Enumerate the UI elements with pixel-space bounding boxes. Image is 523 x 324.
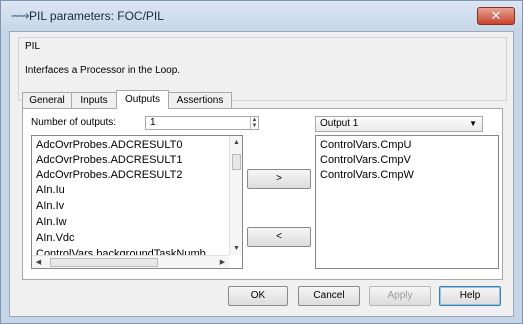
list-item[interactable]: ControlVars.CmpU <box>320 139 412 151</box>
list-item[interactable]: ControlVars.CmpW <box>320 169 414 181</box>
tab-inputs[interactable]: Inputs <box>71 92 117 108</box>
outputs-panel: Number of outputs: 1 ▲ ▼ AdcOvrProbes.ADC… <box>22 108 503 280</box>
output-select[interactable]: Output 1 ▼ <box>315 116 483 132</box>
dialog-window: ⟿ PIL parameters: FOC/PIL ✕ PIL Interfac… <box>0 0 523 324</box>
num-outputs-spinbox[interactable]: 1 ▲ ▼ <box>145 116 259 130</box>
scroll-thumb[interactable] <box>232 154 241 170</box>
tab-general[interactable]: General <box>22 92 72 108</box>
list-item[interactable]: AIn.Iu <box>36 184 65 196</box>
list-item[interactable]: AIn.Iv <box>36 200 64 212</box>
list-item[interactable]: AdcOvrProbes.ADCRESULT2 <box>36 169 183 181</box>
pil-block-icon: ⟿ <box>11 8 30 23</box>
ok-button[interactable]: OK <box>228 286 288 306</box>
horizontal-scrollbar[interactable]: ◀ ▶ <box>32 255 229 268</box>
output-select-value: Output 1 <box>320 118 359 129</box>
spinner-arrows-icon[interactable]: ▲ ▼ <box>250 117 258 129</box>
add-signal-button[interactable]: > <box>247 169 311 189</box>
tab-assertions[interactable]: Assertions <box>168 92 232 108</box>
group-description: Interfaces a Processor in the Loop. <box>25 65 181 76</box>
scroll-down-icon[interactable]: ▼ <box>230 242 242 255</box>
num-outputs-value: 1 <box>150 117 156 128</box>
apply-button[interactable]: Apply <box>369 286 431 306</box>
scroll-thumb[interactable] <box>50 258 158 267</box>
help-button[interactable]: Help <box>439 286 501 306</box>
cancel-button[interactable]: Cancel <box>298 286 360 306</box>
vertical-scrollbar[interactable]: ▲ ▼ <box>229 136 242 255</box>
list-item[interactable]: AIn.Vdc <box>36 232 75 244</box>
chevron-down-icon: ▼ <box>469 119 477 128</box>
selected-signals-list[interactable]: ControlVars.CmpU ControlVars.CmpV Contro… <box>315 135 499 269</box>
scroll-up-icon[interactable]: ▲ <box>230 136 242 149</box>
title-bar[interactable]: ⟿ PIL parameters: FOC/PIL ✕ <box>1 1 522 31</box>
scroll-right-icon[interactable]: ▶ <box>216 256 229 268</box>
tab-outputs[interactable]: Outputs <box>116 90 169 109</box>
scroll-left-icon[interactable]: ◀ <box>32 256 45 268</box>
num-outputs-label: Number of outputs: <box>31 117 117 128</box>
available-signals-list[interactable]: AdcOvrProbes.ADCRESULT0 AdcOvrProbes.ADC… <box>31 135 243 269</box>
list-item[interactable]: AIn.Iw <box>36 216 67 228</box>
group-legend: PIL <box>25 41 41 52</box>
list-item[interactable]: ControlVars.CmpV <box>320 154 411 166</box>
window-title: PIL parameters: FOC/PIL <box>29 9 164 23</box>
remove-signal-button[interactable]: < <box>247 227 311 247</box>
close-button[interactable]: ✕ <box>477 7 515 25</box>
list-item[interactable]: AdcOvrProbes.ADCRESULT0 <box>36 139 183 151</box>
dialog-client: PIL Interfaces a Processor in the Loop. … <box>9 31 514 317</box>
list-item[interactable]: AdcOvrProbes.ADCRESULT1 <box>36 154 183 166</box>
